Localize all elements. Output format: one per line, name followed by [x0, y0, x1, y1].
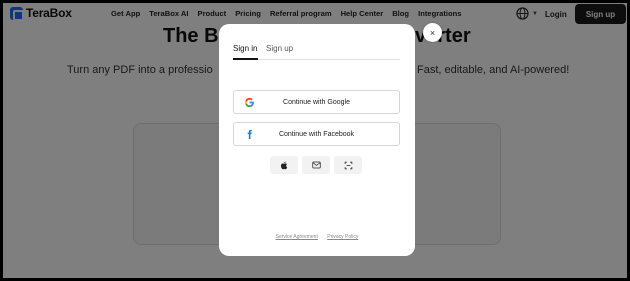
close-modal-button[interactable]: × — [423, 23, 442, 42]
email-sign-in-button[interactable] — [302, 156, 330, 174]
tab-sign-up[interactable]: Sign up — [266, 44, 293, 53]
facebook-button-label: Continue with Facebook — [278, 131, 355, 138]
scan-icon — [344, 161, 352, 169]
tab-sign-in[interactable]: Sign in — [233, 44, 257, 53]
service-agreement-link[interactable]: Service Agreement — [276, 234, 318, 240]
sign-in-modal: Sign in Sign up Continue with Google Con… — [219, 24, 415, 256]
google-button-label: Continue with Google — [283, 99, 350, 106]
privacy-policy-link[interactable]: Privacy Policy — [327, 234, 358, 240]
qr-scan-sign-in-button[interactable] — [334, 156, 362, 174]
continue-with-google-button[interactable]: Continue with Google — [233, 90, 400, 114]
apple-icon — [280, 161, 287, 169]
auth-tabs: Sign in Sign up — [233, 40, 400, 60]
active-tab-indicator — [233, 58, 258, 60]
apple-sign-in-button[interactable] — [270, 156, 298, 174]
mail-icon — [311, 161, 321, 169]
app-window: TeraBox Get App TeraBox AI Product Prici… — [3, 3, 627, 278]
modal-footer-links: Service Agreement Privacy Policy — [219, 234, 415, 240]
alternative-sign-in-row — [270, 156, 362, 174]
continue-with-facebook-button[interactable]: Continue with Facebook — [233, 122, 400, 146]
close-icon: × — [429, 27, 436, 38]
